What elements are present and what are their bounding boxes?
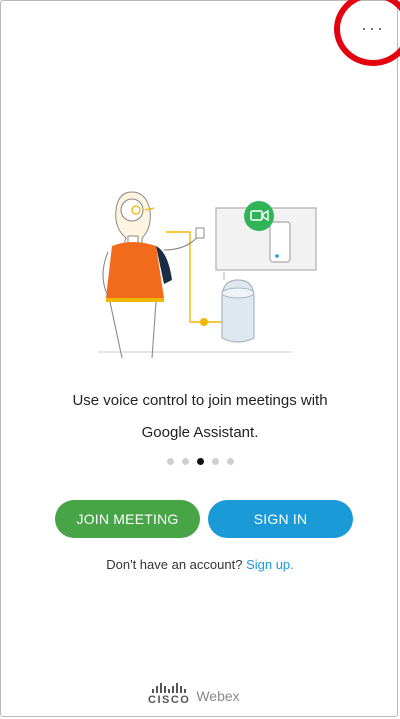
join-meeting-button[interactable]: JOIN MEETING (55, 500, 200, 538)
video-camera-icon (244, 201, 274, 231)
cisco-logo-icon: CISCO (148, 683, 190, 706)
signup-prompt-text: Don't have an account? (106, 557, 243, 572)
pager-dot-4[interactable] (211, 458, 219, 465)
cisco-webex-logo: CISCO Webex (148, 683, 240, 706)
signup-prompt-row: Don't have an account? Sign up. (0, 557, 400, 572)
sign-in-button[interactable]: SIGN IN (208, 500, 353, 538)
more-options-button[interactable]: ··· (355, 14, 391, 42)
webex-wordmark: Webex (196, 688, 240, 704)
pager-dot-5[interactable] (226, 458, 234, 465)
pager-dot-1[interactable] (166, 458, 174, 465)
tagline-line-1: Use voice control to join meetings with (72, 392, 328, 409)
onboarding-tagline: Use voice control to join meetings with … (40, 385, 360, 449)
voice-assistant-illustration (98, 191, 317, 359)
more-icon: ··· (361, 17, 385, 38)
sign-up-link[interactable]: Sign up. (246, 557, 294, 572)
cisco-wordmark: CISCO (148, 694, 191, 706)
pager-dot-3[interactable] (196, 458, 204, 465)
tagline-line-2: Google Assistant. (141, 424, 259, 441)
carousel-pager (0, 458, 400, 465)
pager-dot-2[interactable] (181, 458, 189, 465)
